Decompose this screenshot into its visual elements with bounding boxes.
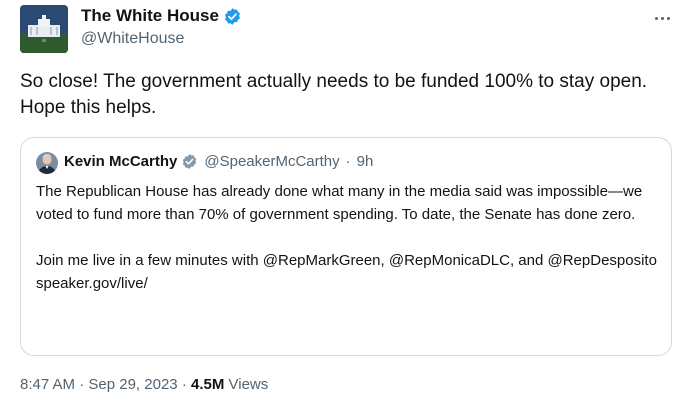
tweet-time[interactable]: 8:47 AM	[20, 376, 75, 393]
quote-paragraph-spacer	[36, 226, 661, 249]
quote-author-avatar[interactable]	[36, 152, 58, 174]
quote-separator: ·	[345, 153, 351, 170]
quote-paragraph: Join me live in a few minutes with @RepM…	[36, 252, 657, 269]
author-name-text[interactable]: The White House	[81, 6, 219, 26]
author-avatar[interactable]	[20, 5, 68, 53]
quote-time[interactable]: 9h	[357, 153, 374, 170]
author-name[interactable]: The White House	[81, 6, 242, 26]
views-count: 4.5M	[190, 376, 225, 393]
more-dot	[666, 16, 670, 20]
author-handle[interactable]: @WhiteHouse	[81, 30, 184, 48]
footer-separator: ·	[181, 376, 187, 393]
quote-link[interactable]: speaker.gov/live/	[36, 272, 661, 295]
views-label: Views	[228, 376, 269, 393]
more-dot	[660, 16, 664, 20]
quote-paragraph: The Republican House has already done wh…	[36, 183, 643, 223]
tweet-text: So close! The government actually needs …	[20, 71, 648, 118]
more-dot	[654, 16, 658, 20]
footer-separator: ·	[79, 376, 85, 393]
quote-author-handle[interactable]: @SpeakerMcCarthy	[204, 153, 339, 170]
verified-badge-icon	[181, 153, 198, 170]
quote-text: The Republican House has already done wh…	[36, 180, 661, 295]
tweet-footer: 8:47 AM · Sep 29, 2023 · 4.5M Views	[20, 376, 268, 393]
quote-author-name[interactable]: Kevin McCarthy	[64, 153, 177, 170]
tweet-date[interactable]: Sep 29, 2023	[88, 376, 177, 393]
tweet: The White House @WhiteHouse So close! Th…	[0, 0, 690, 402]
more-options-icon[interactable]	[650, 6, 674, 30]
quote-author-line: Kevin McCarthy @SpeakerMcCarthy · 9h	[64, 153, 373, 170]
verified-badge-icon	[223, 7, 242, 26]
quoted-tweet[interactable]: Kevin McCarthy @SpeakerMcCarthy · 9h The…	[20, 137, 672, 356]
